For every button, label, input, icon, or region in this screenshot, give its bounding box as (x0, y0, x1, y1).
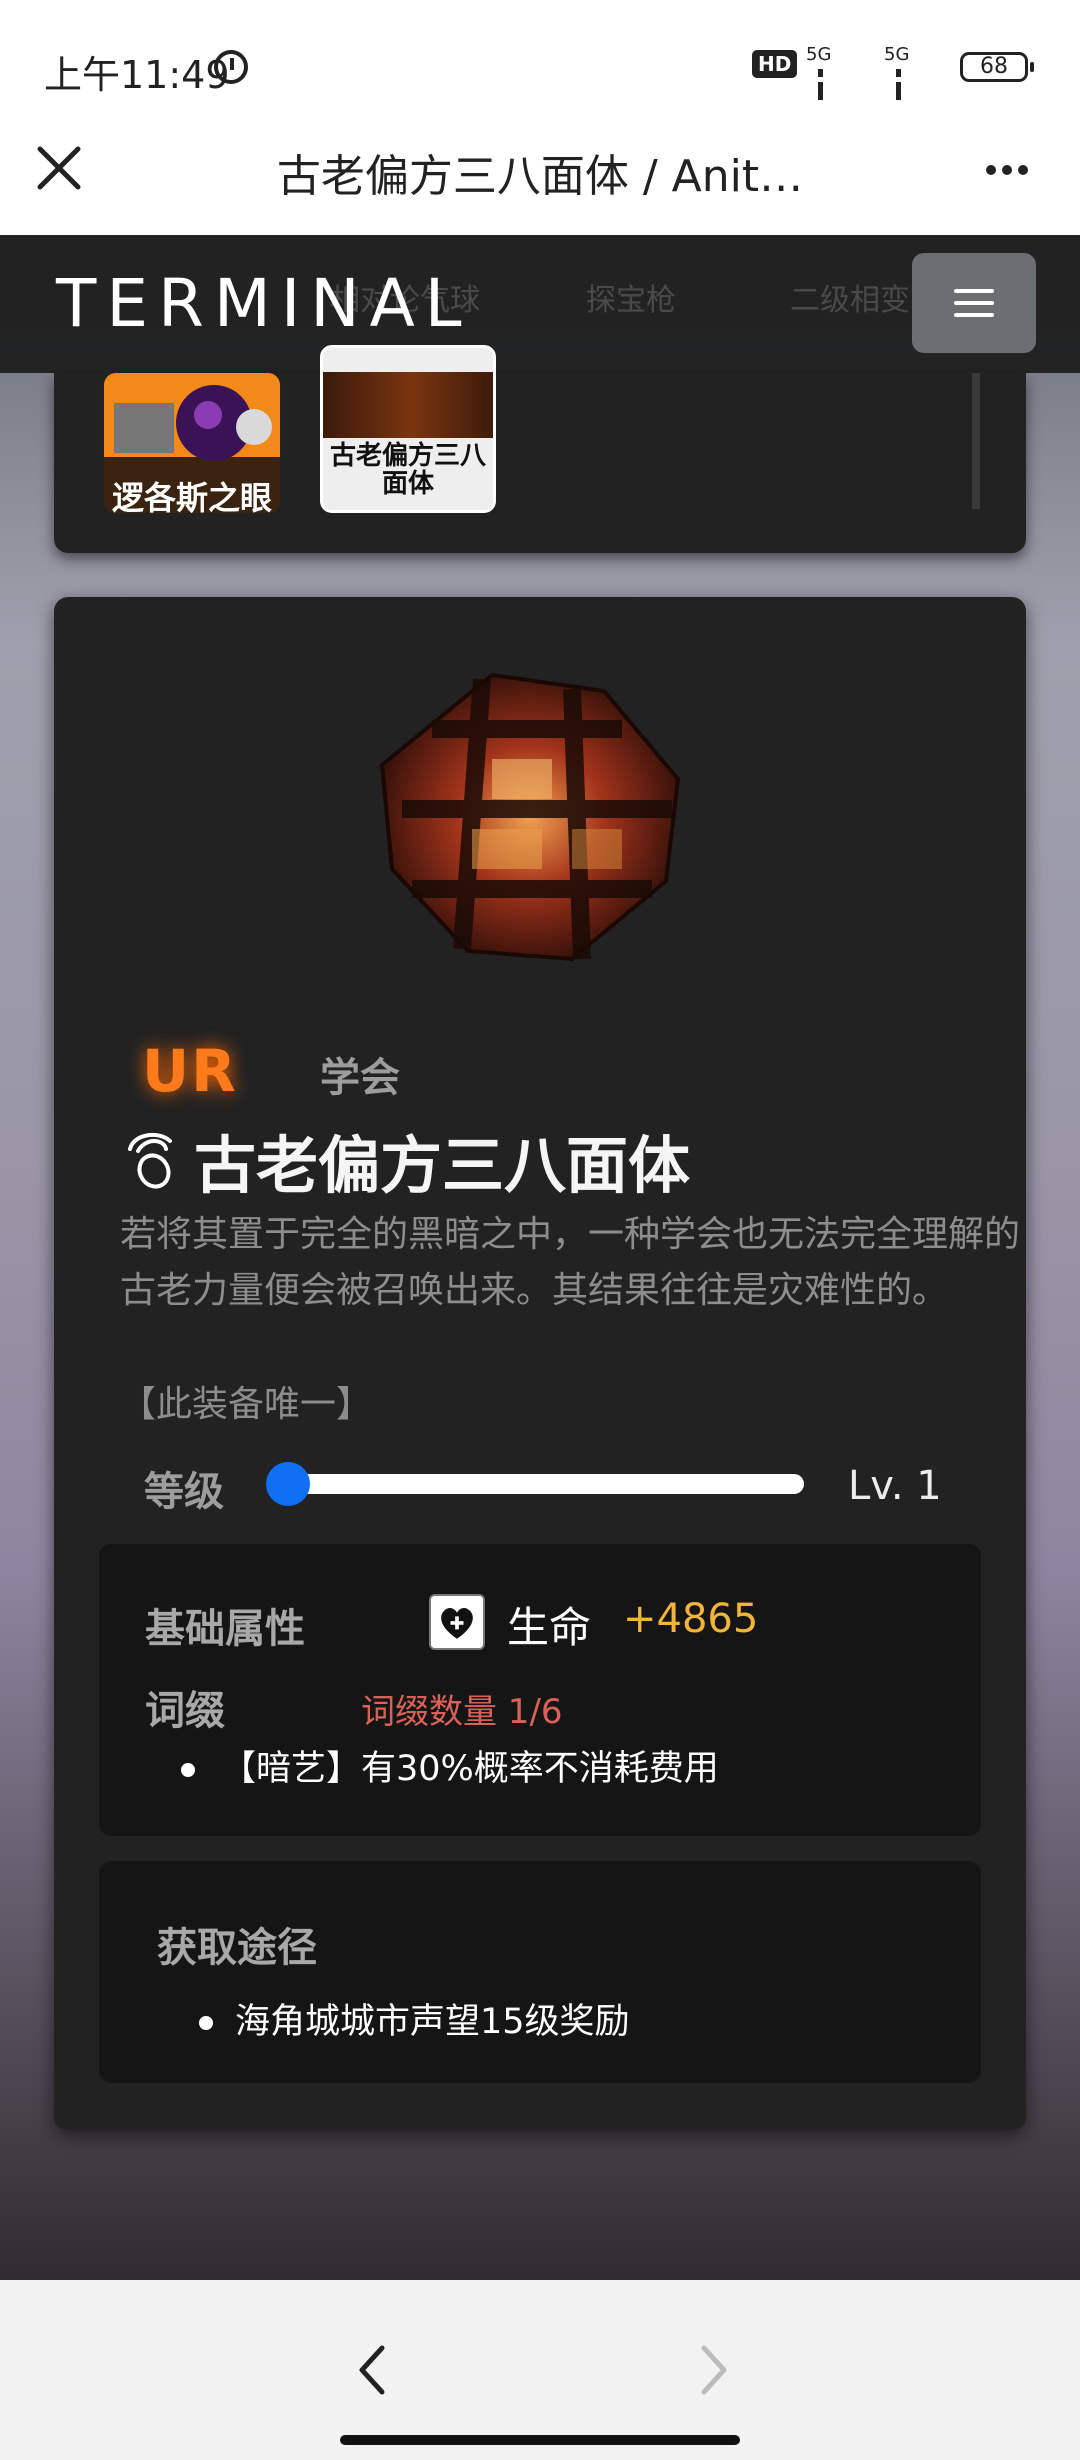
bg-tab: 二级相变 (790, 283, 910, 318)
affix-text: 【暗艺】有30%概率不消耗费用 (221, 1749, 719, 1789)
octahedron-item-image (379, 672, 681, 962)
browser-nav-bar: 古老偏方三八面体 / Anit… (0, 100, 1080, 235)
faction-label: 学会 (320, 1055, 400, 1101)
forward-arrow-icon[interactable] (694, 2340, 734, 2400)
bullet-icon (199, 2016, 213, 2030)
acquisition-text: 海角城城市声望15级奖励 (235, 2002, 630, 2042)
level-slider[interactable] (266, 1462, 804, 1506)
level-label: 等级 (144, 1469, 224, 1515)
affix-list-item: 【暗艺】有30%概率不消耗费用 (181, 1740, 719, 1791)
level-value: Lv. 1 (848, 1463, 942, 1509)
battery-icon: 68 (960, 52, 1034, 82)
acquisition-list-item: 海角城城市声望15级奖励 (199, 1993, 630, 2044)
eye-orb-icon (114, 385, 272, 461)
equip-label: 古老偏方三八面体 (329, 441, 486, 499)
more-icon[interactable] (986, 160, 1034, 179)
alarm-icon (214, 50, 248, 84)
acquisition-heading: 获取途径 (157, 1925, 317, 1971)
status-time: 上午11:49 (44, 53, 230, 97)
stat-value: +4865 (623, 1596, 759, 1642)
browser-bottom-bar (0, 2280, 1080, 2460)
equip-label: 逻各斯之眼 (111, 479, 272, 513)
stat-name: 生命 (507, 1603, 592, 1652)
attributes-panel: 基础属性 生命 +4865 词缀 词缀数量 1/6 【暗艺】有30%概率不消耗费… (99, 1544, 981, 1836)
acquisition-panel: 获取途径 海角城城市声望15级奖励 (99, 1861, 981, 2083)
bullet-icon (181, 1763, 195, 1777)
terminal-header: 相对论气球 探宝枪 二级相变 TERMINAL (0, 235, 1080, 373)
status-bar: 上午11:49 HD 5G 5G 68 (0, 0, 1080, 142)
affix-heading: 词缀 (145, 1688, 225, 1734)
item-description: 若将其置于完全的黑暗之中，一种学会也无法完全理解的古老力量便会被召唤出来。其结果… (120, 1214, 1021, 1311)
terminal-logo[interactable]: TERMINAL (56, 265, 472, 342)
affix-count: 词缀数量 1/6 (361, 1692, 563, 1732)
back-arrow-icon[interactable] (352, 2340, 392, 2400)
bg-tab: 探宝枪 (586, 283, 676, 318)
equip-thumb-logos-eye[interactable]: 逻各斯之眼 (104, 373, 280, 513)
scrollbar[interactable] (972, 373, 980, 509)
equip-thumb-octahedron[interactable]: 古老偏方三八面体 (320, 345, 496, 513)
rarity-badge: UR (142, 1037, 238, 1105)
item-name: 古老偏方三八面体 (194, 1129, 691, 1202)
equipment-selector: 逻各斯之眼 古老偏方三八面体 (54, 345, 1026, 553)
page-title: 古老偏方三八面体 / Anit… (276, 151, 804, 202)
base-attributes-heading: 基础属性 (145, 1606, 305, 1652)
unique-note: 【此装备唯一】 (120, 1384, 373, 1425)
octahedron-thumb-icon (323, 372, 493, 438)
level-slider-knob[interactable] (266, 1462, 310, 1506)
faction-leaf-icon (128, 1132, 172, 1189)
hamburger-menu-button[interactable] (912, 253, 1036, 353)
item-detail-card: UR 学会 古老偏方三八面体 若将其置于完全的黑暗之中，一种学会也无法完全理解的… (54, 597, 1026, 2130)
close-icon[interactable] (36, 145, 82, 191)
health-heart-icon (429, 1594, 485, 1650)
hd-icon: HD (752, 50, 798, 78)
home-indicator[interactable] (340, 2435, 740, 2445)
